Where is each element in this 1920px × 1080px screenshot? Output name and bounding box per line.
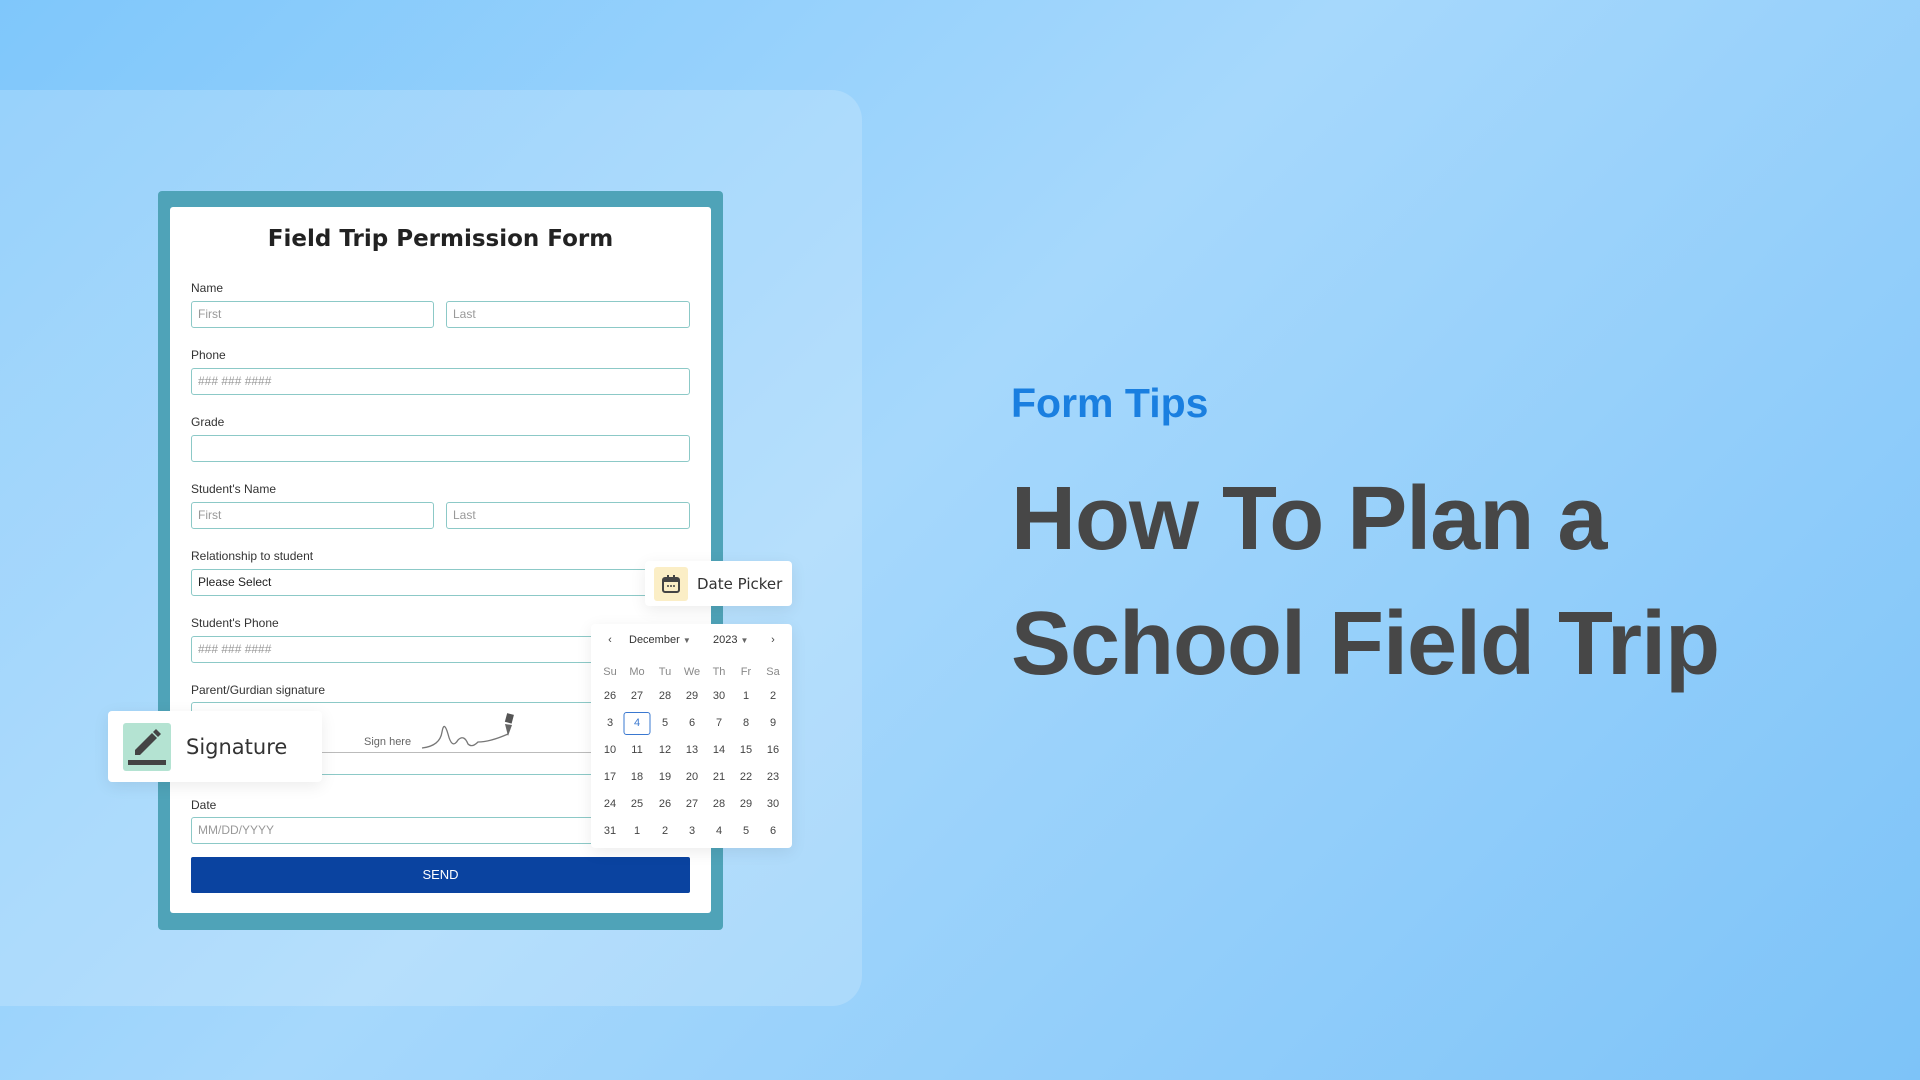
year-value: 2023 <box>713 634 738 646</box>
calendar-popup: ‹ December ▼ 2023 ▼ › Su Mo Tu We Th Fr Sa 26 27… <box>591 624 792 848</box>
form-title: Field Trip Permission Form <box>267 226 614 252</box>
calendar-day[interactable]: 28 <box>706 798 733 810</box>
year-select[interactable]: 2023 ▼ <box>713 634 748 646</box>
weekday-header: Tu <box>658 666 672 678</box>
weekday-header: Mo <box>629 666 645 678</box>
calendar-day[interactable]: 24 <box>597 798 624 810</box>
date-picker-text: Date Picker <box>697 574 783 593</box>
next-month-button[interactable]: › <box>760 634 787 646</box>
calendar-day[interactable]: 31 <box>597 825 624 837</box>
calendar-day[interactable]: 3 <box>597 717 624 729</box>
grade-label: Grade <box>191 415 225 429</box>
calendar-day[interactable]: 7 <box>706 717 733 729</box>
calendar-day[interactable]: 2 <box>652 825 679 837</box>
calendar-day[interactable]: 27 <box>624 690 651 702</box>
weekday-header: Th <box>712 666 726 678</box>
signature-badge: Signature <box>108 711 322 782</box>
calendar-day[interactable]: 13 <box>679 744 706 756</box>
signature-scribble-icon <box>421 713 514 749</box>
calendar-day[interactable]: 10 <box>597 744 624 756</box>
chevron-down-icon: ▼ <box>740 636 749 645</box>
calendar-day[interactable]: 23 <box>760 771 787 783</box>
month-value: December <box>629 634 680 646</box>
phone-input[interactable]: ### ### #### <box>191 368 690 395</box>
pencil-icon <box>123 722 171 771</box>
calendar-day[interactable]: 26 <box>597 690 624 702</box>
calendar-day[interactable]: 5 <box>652 717 679 729</box>
signature-label: Parent/Gurdian signature <box>191 683 326 697</box>
calendar-day[interactable]: 26 <box>652 798 679 810</box>
calendar-day[interactable]: 1 <box>624 825 651 837</box>
prev-month-button[interactable]: ‹ <box>597 634 624 646</box>
signature-text: Signature <box>186 734 288 759</box>
calendar-day[interactable]: 1 <box>733 690 760 702</box>
calendar-day[interactable]: 4 <box>706 825 733 837</box>
last-name-input[interactable]: Last <box>446 301 690 328</box>
weekday-header: Sa <box>766 666 780 678</box>
calendar-day[interactable]: 12 <box>652 744 679 756</box>
signature-line <box>300 752 600 753</box>
calendar-day[interactable]: 6 <box>760 825 787 837</box>
calendar-day[interactable]: 9 <box>760 717 787 729</box>
student-first-input[interactable]: First <box>191 502 434 529</box>
calendar-day[interactable]: 14 <box>706 744 733 756</box>
date-label: Date <box>191 798 217 812</box>
calendar-day[interactable]: 29 <box>733 798 760 810</box>
calendar-day[interactable]: 30 <box>760 798 787 810</box>
calendar-day[interactable]: 18 <box>624 771 651 783</box>
headline-line-1: How To Plan a <box>1011 469 1607 569</box>
relationship-select[interactable]: Please Select <box>191 569 690 596</box>
sign-here-text: Sign here <box>364 736 412 748</box>
grade-input[interactable] <box>191 435 690 462</box>
calendar-day[interactable]: 20 <box>679 771 706 783</box>
calendar-day[interactable]: 30 <box>706 690 733 702</box>
calendar-day[interactable]: 16 <box>760 744 787 756</box>
relationship-label: Relationship to student <box>191 549 314 563</box>
calendar-day[interactable]: 8 <box>733 717 760 729</box>
calendar-day[interactable]: 3 <box>679 825 706 837</box>
date-picker-badge: Date Picker <box>645 561 792 606</box>
calendar-day[interactable]: 5 <box>733 825 760 837</box>
calendar-day[interactable]: 15 <box>733 744 760 756</box>
eyebrow-label: Form Tips <box>1011 380 1209 426</box>
calendar-day[interactable]: 2 <box>760 690 787 702</box>
weekday-header: Fr <box>740 666 752 678</box>
calendar-day[interactable]: 19 <box>652 771 679 783</box>
calendar-day[interactable]: 28 <box>652 690 679 702</box>
calendar-day[interactable]: 21 <box>706 771 733 783</box>
weekday-header: Su <box>603 666 617 678</box>
student-name-label: Student's Name <box>191 482 277 496</box>
calendar-day[interactable]: 11 <box>624 744 651 756</box>
calendar-icon <box>654 566 688 601</box>
calendar-day[interactable]: 22 <box>733 771 760 783</box>
calendar-day[interactable]: 25 <box>624 798 651 810</box>
calendar-day-selected[interactable]: 4 <box>623 712 651 735</box>
chevron-down-icon: ▼ <box>682 636 691 645</box>
student-last-input[interactable]: Last <box>446 502 690 529</box>
calendar-day[interactable]: 29 <box>679 690 706 702</box>
headline-line-2: School Field Trip <box>1011 594 1720 694</box>
calendar-day[interactable]: 27 <box>679 798 706 810</box>
send-button[interactable]: SEND <box>191 857 690 893</box>
student-phone-label: Student's Phone <box>191 616 279 630</box>
calendar-day[interactable]: 17 <box>597 771 624 783</box>
first-name-input[interactable]: First <box>191 301 434 328</box>
calendar-day[interactable]: 6 <box>679 717 706 729</box>
name-label: Name <box>191 281 224 295</box>
phone-label: Phone <box>191 348 226 362</box>
month-select[interactable]: December ▼ <box>629 634 691 646</box>
weekday-header: We <box>683 666 701 678</box>
